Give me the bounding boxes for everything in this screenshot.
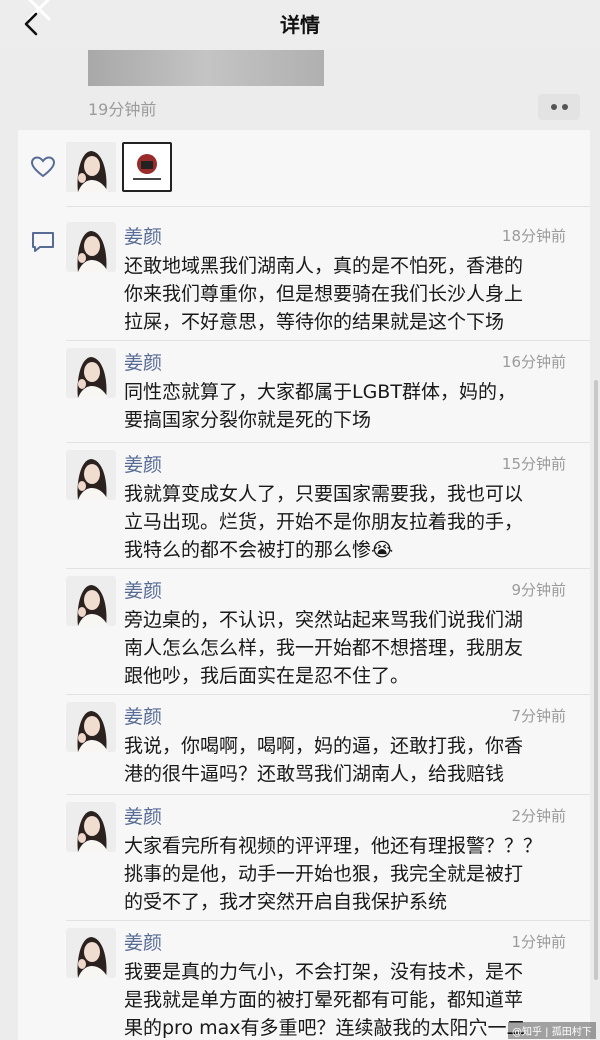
divider bbox=[66, 442, 590, 443]
comment-text[interactable]: 我说，你喝啊，喝啊，妈的逼，还敢打我，你香 港的很牛逼吗？还敢骂我们湖南人，给我赔… bbox=[124, 732, 574, 788]
heart-icon bbox=[30, 156, 56, 178]
comment-time: 9分钟前 bbox=[511, 581, 566, 599]
comment-line: 跟他吵，我后面实在是忍不住了。 bbox=[124, 665, 410, 687]
avatar[interactable] bbox=[66, 348, 116, 398]
comment-line: 要搞国家分裂你就是死的下场 bbox=[124, 409, 372, 431]
comment-time: 7分钟前 bbox=[511, 707, 566, 725]
comment-line: 大家看完所有视频的评评理，他还有理报警？？？ bbox=[124, 835, 543, 857]
comment-time: 16分钟前 bbox=[501, 353, 566, 371]
divider bbox=[66, 206, 590, 207]
comment-icon bbox=[32, 232, 54, 252]
comment-text[interactable]: 还敢地域黑我们湖南人，真的是不怕死，香港的 你来我们尊重你，但是想要骑在我们长沙人… bbox=[124, 252, 574, 336]
comment-line: 是我就是单方面的被打晕死都有可能，都知道苹 bbox=[124, 989, 524, 1011]
avatar[interactable] bbox=[122, 142, 172, 192]
more-dot-icon bbox=[561, 104, 568, 110]
comment-text[interactable]: 旁边桌的，不认识，突然站起来骂我们说我们湖 南人怎么怎么样，我一开始都不想搭理，我… bbox=[124, 606, 574, 690]
comment-line: 旁边桌的，不认识，突然站起来骂我们说我们湖 bbox=[124, 609, 524, 631]
comment-author[interactable]: 姜颜 bbox=[124, 348, 162, 375]
comment-time: 2分钟前 bbox=[511, 807, 566, 825]
avatar[interactable] bbox=[66, 450, 116, 500]
avatar[interactable] bbox=[66, 576, 116, 626]
comment-line: 的受不了，我才突然开启自我保护系统 bbox=[124, 891, 448, 913]
more-dot-icon bbox=[550, 104, 557, 110]
avatar[interactable] bbox=[66, 222, 116, 272]
comment-line: 拉屎，不好意思，等待你的结果就是这个下场 bbox=[124, 311, 505, 333]
page-title: 详情 bbox=[280, 13, 320, 37]
more-button[interactable] bbox=[538, 94, 580, 120]
comment-line: 我说，你喝啊，喝啊，妈的逼，还敢打我，你香 bbox=[124, 735, 524, 757]
comment-author[interactable]: 姜颜 bbox=[124, 928, 162, 955]
comment-author[interactable]: 姜颜 bbox=[124, 222, 162, 249]
avatar[interactable] bbox=[66, 142, 116, 192]
comment-text[interactable]: 同性恋就算了，大家都属于LGBT群体，妈的， 要搞国家分裂你就是死的下场 bbox=[124, 378, 574, 434]
scrollbar[interactable] bbox=[594, 380, 598, 980]
avatar[interactable] bbox=[66, 928, 116, 978]
comment-time: 15分钟前 bbox=[501, 455, 566, 473]
logo-icon bbox=[127, 147, 167, 187]
comment-line: 果的pro max有多重吧？连续敲我的太阳穴一二 bbox=[124, 1017, 526, 1039]
comment-line: 同性恋就算了，大家都属于LGBT群体，妈的， bbox=[124, 381, 516, 403]
divider bbox=[66, 920, 590, 921]
comment-text[interactable]: 我就算变成女人了，只要国家需要我，我也可以 立马出现。烂货，开始不是你朋友拉着我的… bbox=[124, 480, 574, 564]
comment-line: 挑事的是他，动手一开始也狠，我完全就是被打 bbox=[124, 863, 524, 885]
post-time: 19分钟前 bbox=[88, 100, 157, 119]
comment-text[interactable]: 大家看完所有视频的评评理，他还有理报警？？？ 挑事的是他，动手一开始也狠，我完全就… bbox=[124, 832, 574, 916]
comment-author[interactable]: 姜颜 bbox=[124, 702, 162, 729]
comment-line: 还敢地域黑我们湖南人，真的是不怕死，香港的 bbox=[124, 255, 524, 277]
comment-time: 18分钟前 bbox=[501, 227, 566, 245]
comment-author[interactable]: 姜颜 bbox=[124, 576, 162, 603]
comment-line: 你来我们尊重你，但是想要骑在我们长沙人身上 bbox=[124, 283, 524, 305]
divider bbox=[66, 568, 590, 569]
comment-line: 我特么的都不会被打的那么惨😭 bbox=[124, 539, 394, 561]
comment-text[interactable]: 我要是真的力气小，不会打架，没有技术，是不 是我就是单方面的被打晕死都有可能，都知… bbox=[124, 958, 574, 1040]
avatar[interactable] bbox=[66, 702, 116, 752]
comment-author[interactable]: 姜颜 bbox=[124, 802, 162, 829]
divider bbox=[66, 340, 590, 341]
comment-line: 我要是真的力气小，不会打架，没有技术，是不 bbox=[124, 961, 524, 983]
divider bbox=[66, 794, 590, 795]
comment-line: 港的很牛逼吗？还敢骂我们湖南人，给我赔钱 bbox=[124, 763, 505, 785]
comment-author[interactable]: 姜颜 bbox=[124, 450, 162, 477]
comment-line: 我就算变成女人了，只要国家需要我，我也可以 bbox=[124, 483, 524, 505]
comment-line: 南人怎么怎么样，我一开始都不想搭理，我朋友 bbox=[124, 637, 524, 659]
comment-time: 1分钟前 bbox=[511, 933, 566, 951]
avatar[interactable] bbox=[66, 802, 116, 852]
navbar: 详情 bbox=[0, 0, 600, 48]
post-image[interactable] bbox=[88, 50, 324, 86]
watermark: @知乎 | 孤田村下 bbox=[508, 1022, 596, 1039]
divider bbox=[66, 694, 590, 695]
comment-line: 立马出现。烂货，开始不是你朋友拉着我的手， bbox=[124, 511, 524, 533]
